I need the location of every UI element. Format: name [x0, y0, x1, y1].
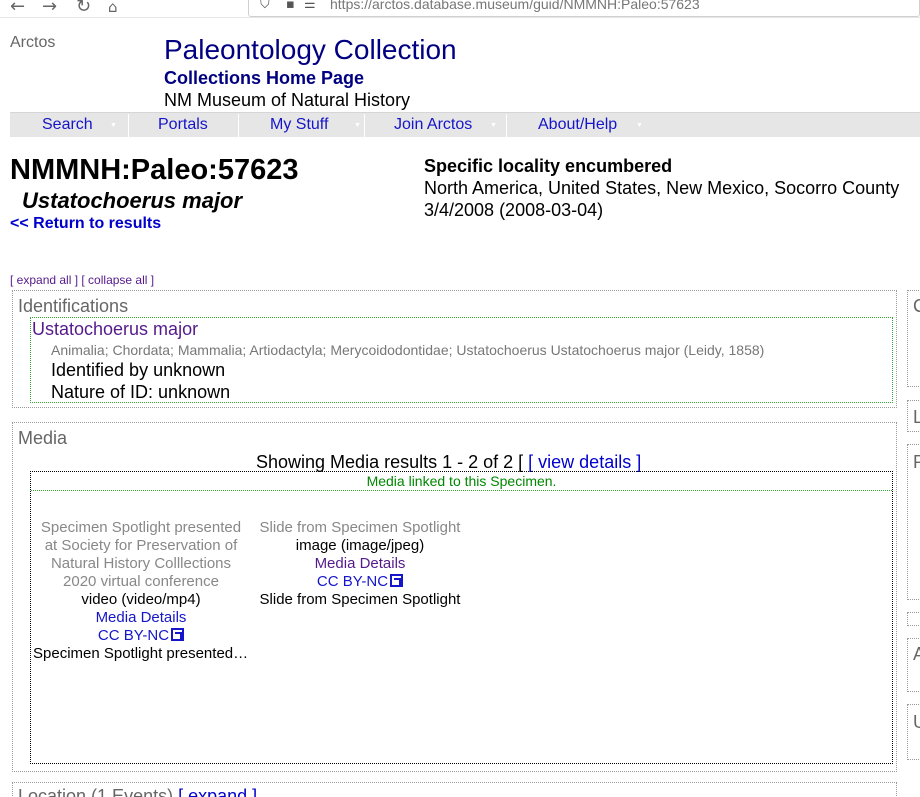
collections-home-link[interactable]: Collections Home Page: [164, 68, 364, 89]
menu-my-stuff-label: My Stuff: [270, 116, 329, 133]
right-panel-title: L: [913, 407, 920, 427]
media-type: image (image/jpeg): [295, 537, 425, 554]
right-panel-title: P: [913, 452, 920, 472]
menu-join-arctos[interactable]: Join Arctos ▼: [394, 113, 497, 137]
expand-all-link[interactable]: [ expand all ]: [10, 273, 78, 287]
media-linked-divider: [31, 490, 892, 491]
nature-of-id: Nature of ID: unknown: [51, 382, 231, 402]
collection-date: 3/4/2008 (2008-03-04): [424, 200, 604, 220]
locality-title: Specific locality encumbered: [424, 156, 673, 176]
media-results-text: Showing Media results 1 - 2 of 2 [: [256, 452, 524, 472]
collection-title: Paleontology Collection: [164, 34, 457, 65]
return-to-results-link[interactable]: << Return to results: [10, 215, 161, 233]
dropdown-arrow-icon: ▼: [354, 122, 361, 129]
media-linked-label: Media linked to this Specimen.: [366, 473, 557, 489]
right-panel-title: A: [913, 644, 920, 664]
media-type: video (video/mp4): [81, 591, 201, 608]
media-description: Slide from Specimen Spotlight: [259, 519, 461, 536]
home-icon[interactable]: ⌂: [108, 0, 118, 16]
license-link[interactable]: CC BY-NC: [251, 573, 469, 591]
menu-my-stuff[interactable]: My Stuff ▼: [270, 113, 361, 137]
identifications-title: Identifications: [18, 296, 129, 316]
media-details-link[interactable]: Media Details: [251, 555, 469, 573]
media-item: Specimen Spotlight presented at Society …: [33, 519, 249, 663]
menu-about-help-label: About/Help: [538, 116, 618, 133]
browser-toolbar: ← → ↻ ⌂ ⛉ ▪ ☰ https://arctos.database.mu…: [0, 0, 920, 18]
menu-divider: [364, 114, 365, 137]
record-guid: NMMNH:Paleo:57623: [10, 154, 299, 186]
back-icon[interactable]: ←: [10, 0, 25, 17]
external-link-icon: [390, 574, 404, 587]
right-panel: [907, 612, 920, 626]
menu-portals[interactable]: Portals: [158, 113, 208, 137]
location-title-text: Location (1 Events): [18, 786, 174, 797]
location-expand-link[interactable]: [ expand ]: [178, 786, 257, 797]
scientific-name: Ustatochoerus major: [22, 188, 243, 213]
main-menu: Search ▼ Portals My Stuff ▼ Join Arctos …: [10, 112, 920, 137]
menu-divider: [238, 114, 239, 137]
identified-by: Identified by unknown: [51, 360, 226, 380]
menu-portals-label: Portals: [158, 116, 208, 133]
view-details-link[interactable]: [ view details ]: [528, 452, 641, 472]
taxonomy-text: Animalia; Chordata; Mammalia; Artiodacty…: [51, 342, 765, 358]
locality-geography: North America, United States, New Mexico…: [424, 178, 900, 198]
shield-icon[interactable]: ⛉: [260, 0, 270, 12]
external-link-icon: [171, 628, 185, 641]
menu-about-help[interactable]: About/Help ▼: [538, 113, 643, 137]
menu-search-label: Search: [42, 116, 93, 133]
menu-join-arctos-label: Join Arctos: [394, 116, 473, 133]
menu-divider: [506, 114, 507, 137]
site-name: Arctos: [10, 34, 56, 51]
right-panel-title: U: [913, 712, 920, 732]
dropdown-arrow-icon: ▼: [490, 122, 497, 129]
right-panel-title: C: [913, 296, 920, 316]
museum-name: NM Museum of Natural History: [164, 90, 411, 110]
menu-search[interactable]: Search ▼: [42, 113, 117, 137]
dropdown-arrow-icon: ▼: [110, 122, 117, 129]
media-item: Slide from Specimen Spotlight image (ima…: [251, 519, 469, 609]
expand-collapse-links: [ expand all ] [ collapse all ]: [10, 273, 154, 287]
license-link[interactable]: CC BY-NC: [33, 627, 249, 645]
collapse-all-link[interactable]: [ collapse all ]: [81, 273, 154, 287]
permissions-icon[interactable]: ☰: [304, 0, 316, 12]
license-label: CC BY-NC: [97, 627, 170, 644]
media-details-link[interactable]: Media Details: [33, 609, 249, 627]
url-text[interactable]: https://arctos.database.museum/guid/NMMN…: [330, 0, 700, 12]
media-results-summary: Showing Media results 1 - 2 of 2 [ [ vie…: [256, 452, 641, 473]
forward-icon[interactable]: →: [42, 0, 57, 17]
location-title: Location (1 Events) [ expand ]: [18, 786, 257, 797]
lock-icon[interactable]: ▪: [286, 0, 295, 12]
reload-icon[interactable]: ↻: [76, 0, 91, 17]
dropdown-arrow-icon: ▼: [636, 122, 643, 129]
menu-divider: [128, 114, 129, 137]
identification-name-link[interactable]: Ustatochoerus major: [32, 319, 198, 340]
license-label: CC BY-NC: [316, 573, 389, 590]
media-description: Specimen Spotlight presented at Society …: [40, 519, 242, 590]
media-caption: Slide from Specimen Spotlight: [259, 591, 461, 608]
media-caption: Specimen Spotlight presented at Society …: [33, 645, 249, 662]
media-title: Media: [18, 428, 68, 448]
